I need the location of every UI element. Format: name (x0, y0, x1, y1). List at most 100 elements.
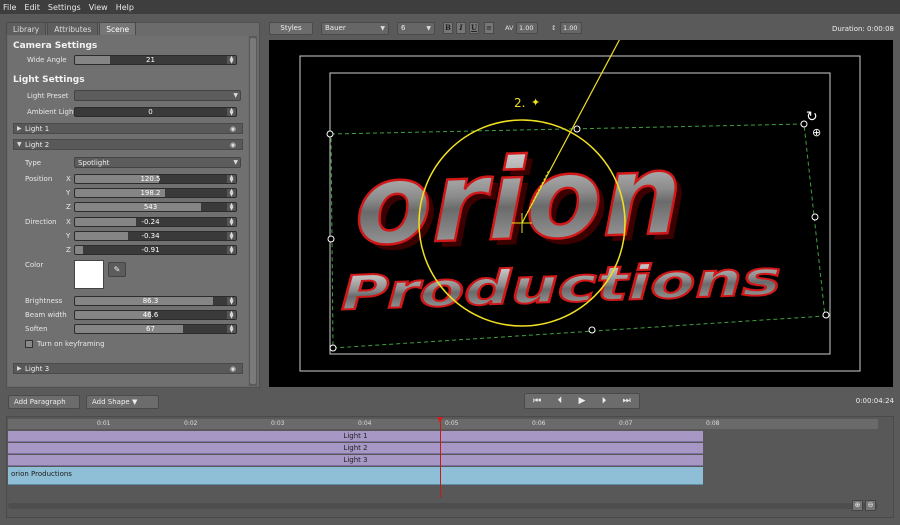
position-y-value: 198.2 (140, 189, 161, 197)
menu-help[interactable]: Help (116, 3, 134, 12)
light-3-row[interactable]: ▶ Light 3 ◉ (13, 363, 243, 374)
light-1-row[interactable]: ▶ Light 1 ◉ (13, 123, 243, 134)
soften-value: 67 (146, 325, 155, 333)
direction-z-field[interactable]: -0.91 ▲ ▼ (74, 245, 237, 255)
direction-z-stepper[interactable]: ▲ ▼ (227, 246, 236, 254)
tab-library[interactable]: Library (6, 22, 47, 35)
logo-text[interactable]: orion orion Productions (340, 128, 782, 322)
menu-view[interactable]: View (89, 3, 108, 12)
font-size-select[interactable]: 6 ▼ (397, 22, 435, 35)
menu-edit[interactable]: Edit (24, 3, 40, 12)
position-y-field[interactable]: 198.2 ▲ ▼ (74, 188, 237, 198)
ruler-tick-label: 0:01 (97, 420, 111, 427)
brightness-stepper[interactable]: ▲ ▼ (227, 297, 236, 305)
kerning-label: AV (505, 24, 514, 32)
position-x-field[interactable]: 120.5 ▲ ▼ (74, 174, 237, 184)
step-forward-icon[interactable]: ⏵ (602, 396, 607, 406)
zoom-in-icon[interactable]: ⊕ (852, 500, 863, 511)
add-shape-button[interactable]: Add Shape ▼ (86, 395, 159, 409)
playhead-handle[interactable] (437, 417, 443, 423)
font-size-value: 6 (401, 24, 406, 32)
position-y-stepper[interactable]: ▲ ▼ (227, 189, 236, 197)
step-back-icon[interactable]: ⏴ (558, 396, 563, 406)
direction-x-field[interactable]: -0.24 ▲ ▼ (74, 217, 237, 227)
bold-button[interactable]: B (443, 22, 453, 34)
direction-label: Direction (25, 218, 57, 226)
kerning-field[interactable]: 1.00 (516, 22, 538, 34)
direction-x-value: -0.24 (141, 218, 160, 226)
underline-button[interactable]: U (469, 22, 479, 34)
tab-scene[interactable]: Scene (99, 22, 137, 35)
ambient-light-stepper[interactable]: ▲ ▼ (227, 108, 236, 116)
play-icon[interactable]: ▶ (579, 396, 586, 406)
soften-stepper[interactable]: ▲ ▼ (227, 325, 236, 333)
direction-y-stepper[interactable]: ▲ ▼ (227, 232, 236, 240)
light-2-row[interactable]: ▼ Light 2 ◉ (13, 139, 243, 150)
direction-x-axis: X (66, 218, 71, 226)
track-light-2[interactable]: Light 2 (8, 443, 703, 454)
eye-icon[interactable]: ◉ (230, 124, 236, 134)
menu-file[interactable]: File (3, 3, 16, 12)
light-bulb-icon: ✦ (531, 96, 540, 109)
eye-icon[interactable]: ◉ (230, 364, 236, 374)
camera-settings-heading: Camera Settings (13, 41, 98, 51)
soften-field[interactable]: 67 ▲ ▼ (74, 324, 237, 334)
position-z-field[interactable]: 543 ▲ ▼ (74, 202, 237, 212)
light-3-label: Light 3 (25, 365, 50, 373)
scrollbar-thumb[interactable] (250, 38, 256, 384)
track-light-1[interactable]: Light 1 (8, 431, 703, 442)
logo-title: orion (355, 130, 682, 271)
fast-forward-icon[interactable]: ⏭ (623, 396, 631, 406)
direction-y-value: -0.34 (141, 232, 160, 240)
wide-angle-stepper[interactable]: ▲ ▼ (227, 56, 236, 64)
panel-scrollbar[interactable] (249, 36, 257, 386)
timeline-scrollbar[interactable] (8, 503, 878, 509)
light-2-label: Light 2 (25, 141, 50, 149)
direction-x-stepper[interactable]: ▲ ▼ (227, 218, 236, 226)
direction-y-axis: Y (66, 232, 71, 240)
position-x-stepper[interactable]: ▲ ▼ (227, 175, 236, 183)
light-preset-label: Light Preset (27, 92, 69, 100)
font-select[interactable]: Bauer ▼ (321, 22, 389, 35)
position-z-stepper[interactable]: ▲ ▼ (227, 203, 236, 211)
zoom-out-icon[interactable]: ⊖ (865, 500, 876, 511)
align-icon[interactable]: ≡ (484, 22, 494, 34)
tab-attributes[interactable]: Attributes (47, 22, 99, 35)
brightness-field[interactable]: 86.3 ▲ ▼ (74, 296, 237, 306)
beam-width-stepper[interactable]: ▲ ▼ (227, 311, 236, 319)
soften-label: Soften (25, 325, 48, 333)
expand-icon: ▶ (17, 365, 22, 372)
add-shape-label: Add Shape (92, 398, 130, 406)
leading-field[interactable]: 1.00 (560, 22, 582, 34)
timeline-ruler[interactable] (8, 419, 878, 429)
position-x-value: 120.5 (140, 175, 161, 183)
light-color-swatch[interactable] (74, 260, 104, 289)
chevron-down-icon: ▼ (426, 25, 431, 32)
italic-button[interactable]: I (456, 22, 466, 34)
beam-width-field[interactable]: 46.6 ▲ ▼ (74, 310, 237, 320)
styles-button[interactable]: Styles (269, 22, 313, 35)
direction-z-axis: Z (66, 246, 71, 254)
track-light-3[interactable]: Light 3 (8, 455, 703, 466)
ruler-tick-label: 0:08 (706, 420, 720, 427)
chevron-down-icon: ▼ (380, 25, 385, 32)
beam-width-value: 46.6 (142, 311, 159, 319)
light-preset-select[interactable]: ▼ (74, 90, 241, 101)
chevron-down-icon: ▼ (233, 92, 238, 99)
add-paragraph-button[interactable]: Add Paragraph (8, 395, 80, 409)
preview-canvas[interactable]: orion orion Productions 2. ✦ ↻ ⊕ (269, 40, 893, 387)
eyedropper-icon[interactable]: ✎ (108, 262, 126, 277)
keyframing-checkbox[interactable] (25, 340, 33, 348)
track-text-orion[interactable]: orion Productions (8, 467, 703, 485)
playhead[interactable] (440, 418, 441, 498)
rewind-icon[interactable]: ⏮ (533, 396, 541, 406)
menu-settings[interactable]: Settings (48, 3, 81, 12)
rotate-icon: ↻ (806, 109, 818, 125)
ruler-tick-label: 0:02 (184, 420, 198, 427)
direction-y-field[interactable]: -0.34 ▲ ▼ (74, 231, 237, 241)
position-z-axis: Z (66, 203, 71, 211)
wide-angle-field[interactable]: 21 ▲ ▼ (74, 55, 237, 65)
eye-icon[interactable]: ◉ (230, 140, 236, 150)
light-type-select[interactable]: Spotlight ▼ (74, 157, 241, 168)
ambient-light-field[interactable]: 0 ▲ ▼ (74, 107, 237, 117)
